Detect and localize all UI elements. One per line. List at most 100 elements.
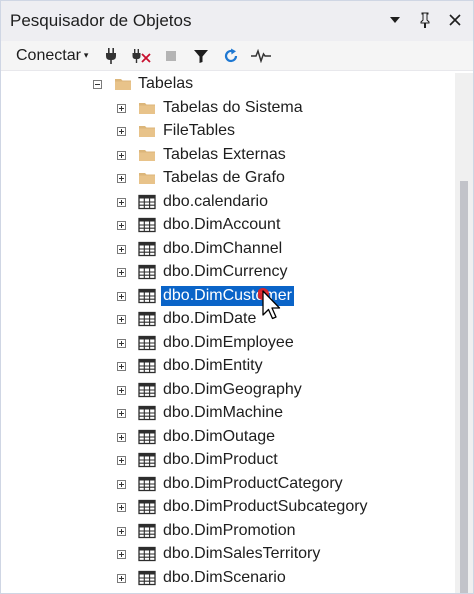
tree-item[interactable]: dbo.calendario [1,191,455,214]
object-explorer-panel: Pesquisador de Objetos Conectar ▾ Tabela… [0,0,474,594]
tree-item-label: dbo.DimProductCategory [163,474,343,492]
tree-item-label: Tabelas Externas [163,145,286,163]
table-icon [138,217,156,233]
expand-toggle-icon[interactable] [117,550,126,559]
table-icon [138,570,156,586]
tree-item[interactable]: dbo.DimOutage [1,426,455,449]
folder-icon [114,76,132,92]
tree-item[interactable]: dbo.DimDate [1,308,455,331]
expand-toggle-icon[interactable] [117,479,126,489]
tree-item-label: dbo.calendario [163,192,268,210]
vertical-scrollbar[interactable] [455,73,473,593]
tree-item-label: Tabelas [138,75,194,92]
tree-item-label: dbo.DimCurrency [163,263,288,280]
tree-item-label: dbo.DimPromotion [163,521,296,539]
folder-icon [138,123,156,139]
table-icon [138,194,156,210]
table-icon [138,429,156,445]
table-icon [138,523,156,539]
expand-toggle-icon[interactable] [117,174,126,183]
table-icon [138,382,156,398]
tree-item-label: dbo.DimProductSubcategory [163,498,368,515]
tree-item-label: dbo.DimDate [163,310,257,327]
expand-toggle-icon[interactable] [117,127,126,136]
tree-item-label: dbo.DimEmployee [163,333,294,351]
connect-button[interactable]: Conectar ▾ [16,47,88,65]
expand-toggle-icon[interactable] [117,315,126,324]
tree-item[interactable]: Tabelas Externas [1,144,455,167]
tree-item[interactable]: dbo.DimEntity [1,355,455,378]
tree-item[interactable]: dbo.DimChannel [1,238,455,261]
panel-controls [387,11,463,29]
explorer-toolbar: Conectar ▾ [1,41,473,71]
expand-toggle-icon[interactable] [117,268,126,277]
table-icon [138,241,156,257]
folder-icon [138,147,156,163]
scrollbar-thumb[interactable] [460,181,468,593]
tree-item-label: dbo.DimSalesTerritory [163,545,321,562]
tree-item[interactable]: dbo.DimCurrency [1,261,455,284]
tree-item[interactable]: dbo.DimCustomer [1,284,455,308]
expand-toggle-icon[interactable] [117,103,126,113]
table-icon [138,264,156,280]
connect-label: Conectar [16,46,81,64]
expand-toggle-icon[interactable] [117,573,126,583]
tree-item[interactable]: Tabelas de Grafo [1,167,455,190]
expand-toggle-icon[interactable] [117,221,126,230]
table-icon [138,405,156,421]
tree-item[interactable]: Tabelas do Sistema [1,97,455,120]
folder-icon [138,100,156,116]
expand-toggle-icon[interactable] [117,338,126,348]
tree-item[interactable]: dbo.DimProductSubcategory [1,496,455,519]
tree-item[interactable]: dbo.DimMachine [1,402,455,425]
tree-item-label: dbo.DimMachine [163,404,284,421]
tree-item[interactable]: dbo.DimGeography [1,379,455,402]
table-icon [138,546,156,562]
dropdown-icon[interactable] [387,11,403,29]
panel-titlebar: Pesquisador de Objetos [1,1,473,41]
expand-toggle-icon[interactable] [117,526,126,536]
filter-icon[interactable] [190,45,212,67]
tree-item[interactable]: dbo.DimScenario [1,567,455,590]
collapse-toggle-icon[interactable] [93,80,102,89]
tree-item[interactable]: dbo.DimProduct [1,449,455,472]
expand-toggle-icon[interactable] [117,432,126,442]
expand-toggle-icon[interactable] [117,409,126,418]
tree-item-label: dbo.DimChannel [163,239,283,257]
stop-icon[interactable] [160,45,182,67]
close-icon[interactable] [447,11,463,29]
expand-toggle-icon[interactable] [117,385,126,395]
expand-toggle-icon[interactable] [117,503,126,512]
tree-item[interactable]: dbo.DimEmployee [1,332,455,355]
object-tree: Tabelas Tabelas do Sistema FileTables Tabel… [1,73,455,593]
table-icon [138,288,156,304]
tree-node-tabelas[interactable]: Tabelas [1,73,455,96]
tree-item-label: dbo.DimProduct [163,451,278,468]
table-icon [138,452,156,468]
expand-toggle-icon[interactable] [117,291,126,301]
panel-title: Pesquisador de Objetos [10,11,192,30]
connect-plug-icon[interactable] [100,45,122,67]
tree-item[interactable]: FileTables [1,120,455,143]
tree-item[interactable]: dbo.DimPromotion [1,520,455,543]
tree-item[interactable]: dbo.DimProductCategory [1,473,455,496]
expand-toggle-icon[interactable] [117,362,126,371]
pin-icon[interactable] [417,11,433,29]
expand-toggle-icon[interactable] [117,456,126,465]
refresh-icon[interactable] [220,45,242,67]
folder-icon [138,170,156,186]
tree-item-label: FileTables [163,122,236,139]
chevron-down-icon: ▾ [83,50,89,60]
table-icon [138,499,156,515]
expand-toggle-icon[interactable] [117,150,126,160]
table-icon [138,335,156,351]
activity-monitor-icon[interactable] [250,45,272,67]
expand-toggle-icon[interactable] [117,197,126,207]
table-icon [138,358,156,374]
tree-item-label: dbo.DimEntity [163,357,263,374]
disconnect-plug-icon[interactable] [130,45,152,67]
expand-toggle-icon[interactable] [117,244,126,254]
tree-item[interactable]: dbo.DimAccount [1,214,455,237]
tree-item[interactable]: dbo.DimSalesTerritory [1,543,455,566]
tree-item-label: dbo.DimCustomer [160,284,295,307]
